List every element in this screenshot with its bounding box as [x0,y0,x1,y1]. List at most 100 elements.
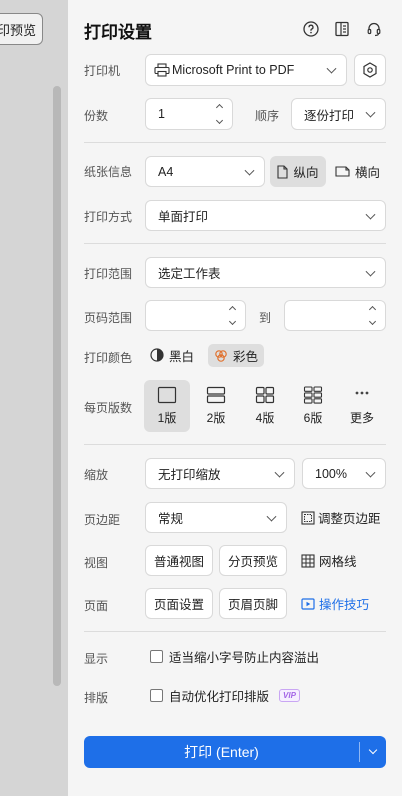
operation-tips-label: 操作技巧 [319,598,370,612]
black-white-option[interactable]: 黑白 [150,344,194,366]
decrement-icon[interactable] [228,317,236,326]
increment-icon[interactable] [368,305,376,314]
print-mode-select[interactable]: 单面打印 [145,200,386,231]
chevron-down-icon [365,266,376,277]
decrement-icon[interactable] [368,317,376,326]
auto-typeset-label: 自动优化打印排版 [169,689,270,704]
layout-option-6[interactable]: 6版 [290,380,336,432]
divider [84,444,386,445]
printer-icon [154,63,170,77]
header-footer-button[interactable]: 页眉页脚 [219,588,287,619]
print-button-label: 打印 (Enter) [184,744,259,760]
more-dots-icon [355,391,369,395]
page-break-preview-label: 分页预览 [227,555,278,569]
page-to-spin-buttons[interactable] [367,304,377,327]
page-range-to-label: 到 [259,311,272,325]
printer-properties-button[interactable] [354,54,386,86]
portrait-label: 纵向 [293,166,319,180]
chevron-down-icon [244,165,255,176]
print-preview-button[interactable]: 打印预览 [0,13,43,45]
gridlines-toggle[interactable]: 网格线 [301,545,357,576]
layout-option-label: 2版 [206,411,226,425]
copies-stepper[interactable]: 1 [145,98,233,130]
color-palette-icon [215,349,227,362]
help-icon[interactable] [302,20,320,38]
order-label: 顺序 [255,109,280,123]
print-settings-panel: 打印设置 打印机 Microsoft Print to PDF 份数 1 顺序 … [68,0,402,796]
printer-select[interactable]: Microsoft Print to PDF [145,54,347,86]
normal-view-label: 普通视图 [153,555,204,569]
copies-value: 1 [158,107,165,121]
six-pages-icon [303,386,323,404]
margin-value: 常规 [158,512,184,526]
layout-option-label: 4版 [255,411,275,425]
scale-select[interactable]: 无打印缩放 [145,458,295,489]
layout-option-4[interactable]: 4版 [242,380,288,432]
page-range-label: 页码范围 [84,311,133,325]
scale-percent-select[interactable]: 100% [302,458,386,489]
layout-panel-icon[interactable] [333,20,351,38]
shrink-font-checkbox[interactable] [150,649,163,663]
landscape-label: 横向 [355,166,381,180]
video-play-icon [301,597,315,610]
shrink-font-option[interactable]: 适当缩小字号防止内容溢出 [150,646,319,666]
black-white-icon [150,348,164,362]
color-label: 彩色 [233,350,259,364]
adjust-margin-button[interactable]: 调整页边距 [301,502,381,533]
printer-value: Microsoft Print to PDF [172,63,295,77]
scale-value: 无打印缩放 [158,468,221,482]
portrait-page-icon [277,164,289,179]
layout-option-label: 更多 [349,411,374,425]
increment-icon[interactable] [215,103,223,112]
portrait-button[interactable]: 纵向 [270,156,326,187]
print-range-label: 打印范围 [84,267,133,281]
order-select[interactable]: 逐份打印 [291,98,386,130]
copies-label: 份数 [84,109,109,123]
preview-area: 打印预览 [0,0,68,796]
print-mode-label: 打印方式 [84,210,133,224]
print-button[interactable]: 打印 (Enter) [84,736,386,768]
print-range-select[interactable]: 选定工作表 [145,257,386,288]
print-options-dropdown[interactable] [360,736,386,768]
landscape-button[interactable]: 横向 [335,156,380,187]
color-option[interactable]: 彩色 [208,344,265,367]
increment-icon[interactable] [228,305,236,314]
margin-select[interactable]: 常规 [145,502,287,533]
page-break-preview-button[interactable]: 分页预览 [219,545,287,576]
normal-view-button[interactable]: 普通视图 [145,545,213,576]
margin-adjust-icon [301,510,315,525]
decrement-icon[interactable] [215,116,223,125]
print-mode-value: 单面打印 [158,210,209,224]
headset-support-icon[interactable] [365,20,383,38]
operation-tips-link[interactable]: 操作技巧 [301,588,369,619]
page-from-spin-buttons[interactable] [227,304,237,327]
layout-option-1[interactable]: 1版 [144,380,190,432]
display-label: 显示 [84,652,109,666]
adjust-margin-label: 调整页边距 [318,512,381,526]
print-preview-label: 打印预览 [0,22,36,38]
preview-scrollbar[interactable] [53,86,61,686]
page-range-to-input[interactable] [284,300,386,331]
copies-spin-buttons[interactable] [214,102,224,126]
scale-label: 缩放 [84,468,109,482]
layout-option-label: 6版 [303,411,323,425]
typeset-label: 排版 [84,691,109,705]
order-value: 逐份打印 [304,108,355,123]
chevron-down-icon [365,467,376,478]
layout-option-2[interactable]: 2版 [193,380,239,432]
gridlines-label: 网格线 [319,555,357,569]
print-range-value: 选定工作表 [158,267,221,281]
four-pages-icon [255,386,275,404]
divider [84,142,386,143]
chevron-down-icon [326,63,337,74]
paper-size-select[interactable]: A4 [145,156,265,187]
view-label: 视图 [84,556,109,570]
divider [84,631,386,632]
page-range-from-input[interactable] [145,300,246,331]
auto-typeset-checkbox[interactable] [150,688,163,702]
layout-option-more[interactable]: 更多 [339,380,385,432]
auto-typeset-option[interactable]: 自动优化打印排版 VIP [150,685,300,705]
page-setup-label: 页面设置 [153,598,204,612]
divider [84,243,386,244]
page-setup-button[interactable]: 页面设置 [145,588,213,619]
